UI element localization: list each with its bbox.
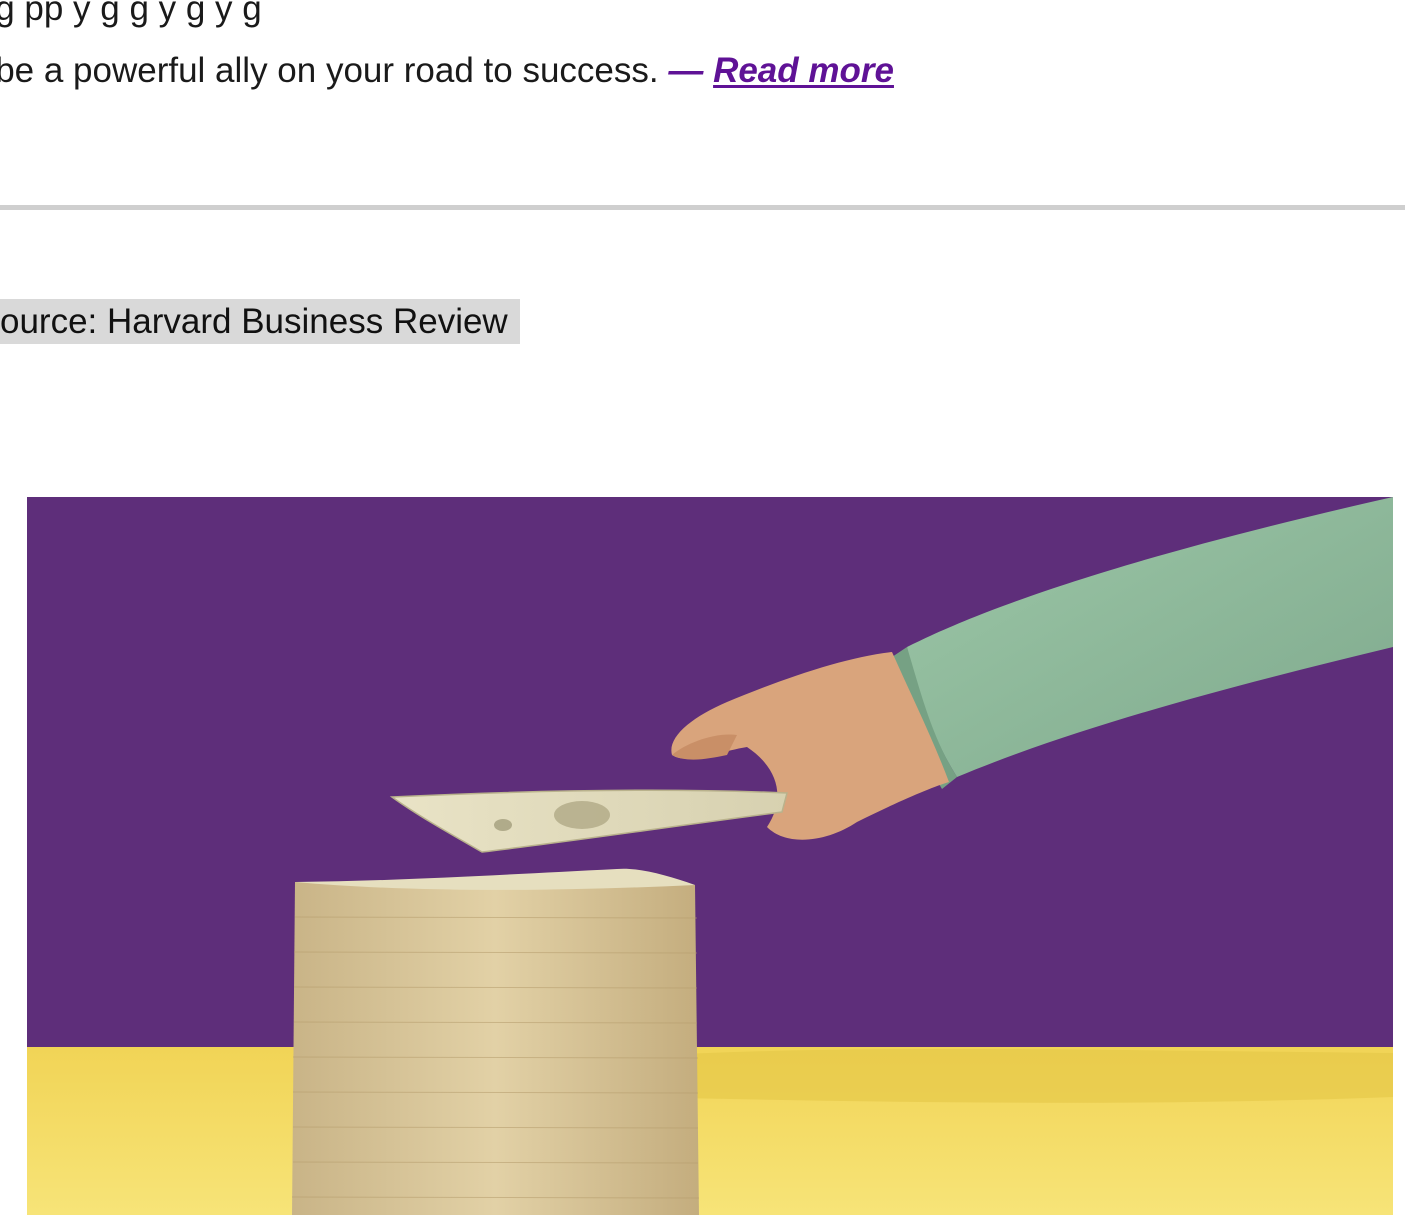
photo-shadow — [627, 1049, 1393, 1103]
photo-stack-side — [292, 882, 699, 1215]
article-photo — [27, 497, 1393, 1215]
excerpt-line: n be a powerful ally on your road to suc… — [0, 40, 1405, 102]
article-page: g g pp y g g y g y g n be a powerful all… — [0, 0, 1405, 1223]
source-label: ource: Harvard Business Review — [0, 299, 520, 344]
excerpt-text: n be a powerful ally on your road to suc… — [0, 51, 669, 90]
excerpt-line-cut: g g pp y g g y g y g — [0, 0, 262, 28]
read-more-link[interactable]: Read more — [713, 51, 894, 90]
read-more: — Read more — [668, 51, 894, 90]
article-excerpt: g g pp y g g y g y g n be a powerful all… — [0, 0, 1405, 102]
photo-bill-portrait — [554, 801, 610, 829]
section-divider — [0, 205, 1405, 210]
photo-bill-seal — [494, 819, 512, 831]
read-more-dash: — — [668, 51, 714, 90]
